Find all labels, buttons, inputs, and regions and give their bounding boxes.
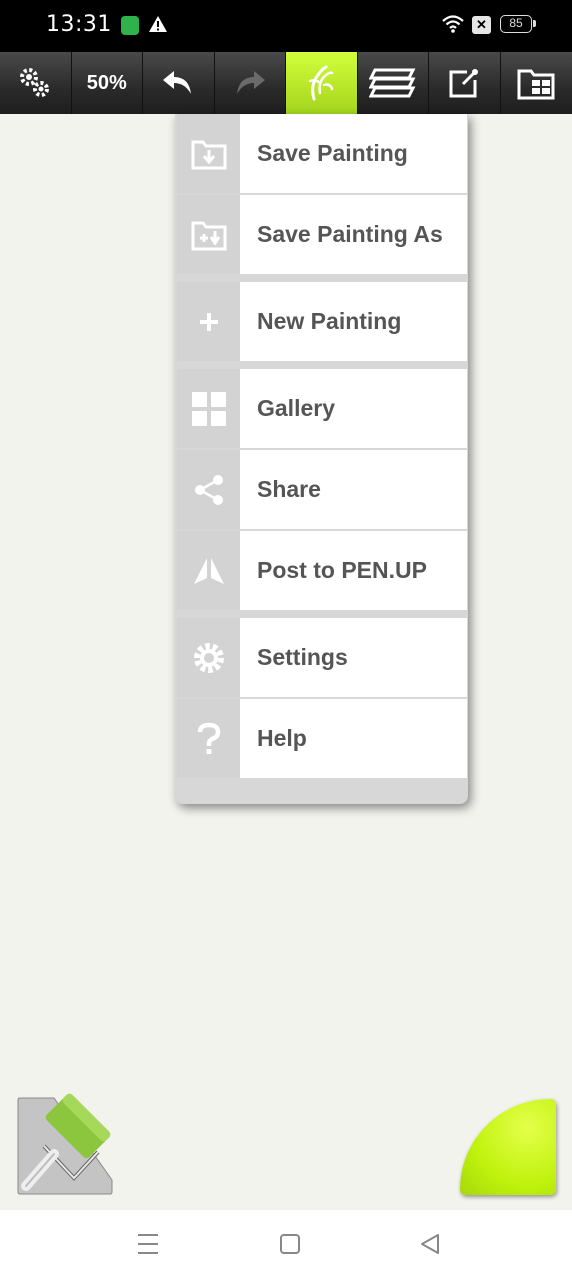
export-icon [449,69,479,98]
wifi-icon [442,15,464,33]
menu-item-help[interactable]: Help [177,699,467,778]
export-button[interactable] [429,52,501,114]
brush-tool-button[interactable] [14,1086,124,1203]
menu-item-label: Post to PEN.UP [257,557,427,583]
undo-button[interactable] [143,52,215,114]
menu-item-label: New Painting [257,308,402,334]
menu-item-save-painting-as[interactable]: Save Painting As [177,195,467,274]
zoom-button[interactable]: 50% [72,52,143,114]
file-menu: Save Painting Save Painting As New Paint… [175,114,468,804]
folder-save-icon [191,140,226,169]
share-icon [194,474,223,505]
menu-item-label: Gallery [257,395,335,421]
sim-disabled-icon: ✕ [472,16,491,34]
app-notification-icon [121,16,139,35]
menu-item-settings[interactable]: Settings [177,618,467,697]
layers-icon [368,68,416,98]
status-bar: 13:31 ✕ 85 [0,0,572,52]
brush-mode-icon [309,65,334,101]
battery-icon: 85 [500,15,536,33]
paint-roller-icon [17,1093,113,1195]
menu-item-label: Settings [257,644,348,670]
file-menu-button[interactable] [501,52,572,114]
menu-item-label: Save Painting As [257,221,443,247]
menu-item-share[interactable]: Share [177,450,467,529]
redo-button[interactable] [215,52,286,114]
brush-mode-button[interactable] [286,52,358,114]
grid-icon [191,391,226,426]
recent-apps-icon[interactable] [137,1232,159,1256]
question-icon [197,722,220,754]
settings-gears-icon [20,68,50,97]
gear-icon [193,642,224,673]
layers-button[interactable] [358,52,429,114]
navigation-bar [0,1210,572,1280]
undo-icon [163,71,192,94]
home-icon[interactable] [279,1232,301,1256]
menu-item-new-painting[interactable]: New Painting [177,282,467,361]
back-icon[interactable] [419,1232,441,1256]
file-menu-icon [517,69,555,100]
menu-item-gallery[interactable]: Gallery [177,369,467,448]
menu-item-post-to-penup[interactable]: Post to PEN.UP [177,531,467,610]
status-time: 13:31 [46,12,112,37]
folder-save-as-icon [191,221,226,250]
toolbar: 50% [0,52,572,114]
warning-icon [149,16,167,32]
menu-item-label: Share [257,476,321,502]
settings-button[interactable] [0,52,72,114]
redo-icon [236,71,265,94]
menu-item-label: Help [257,725,307,751]
zoom-level: 50% [86,71,127,94]
menu-item-label: Save Painting [257,140,408,166]
penup-icon [193,557,224,584]
plus-icon [199,312,218,331]
menu-item-save-painting[interactable]: Save Painting [177,114,467,193]
